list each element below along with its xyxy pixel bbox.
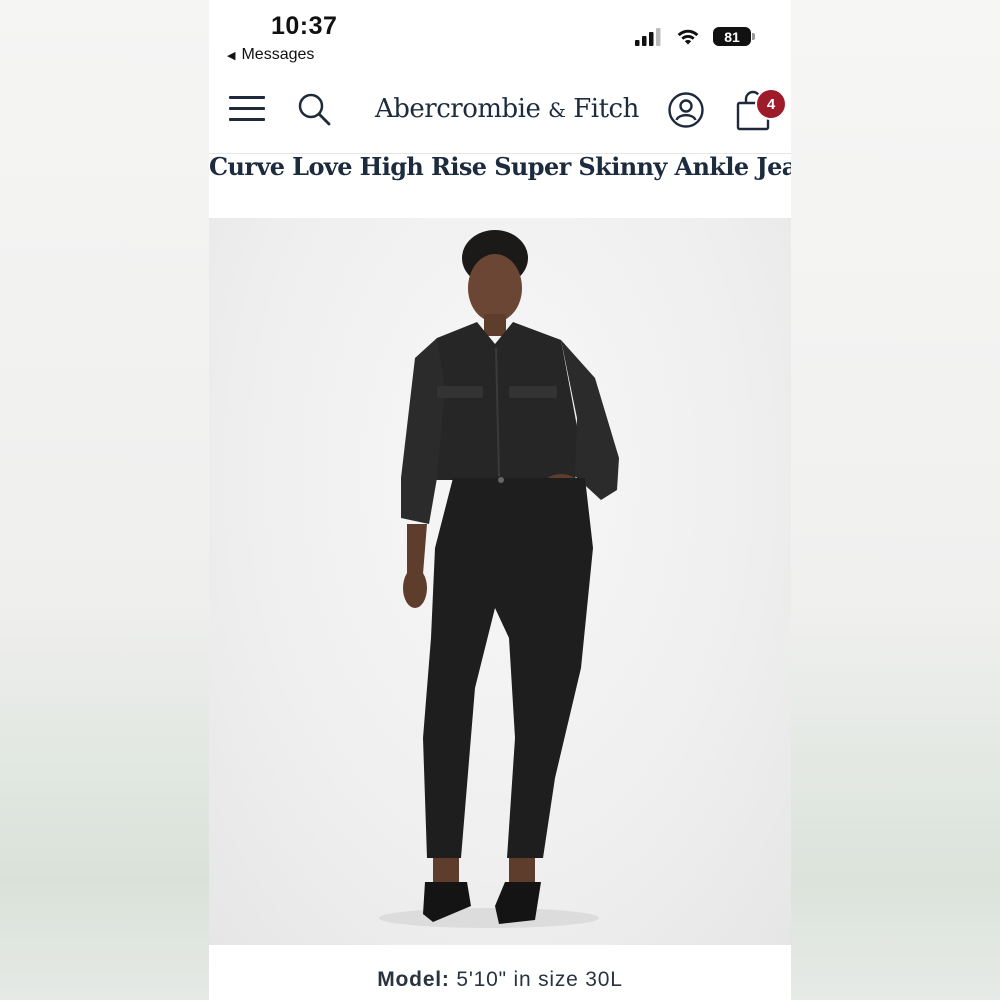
back-arrow-icon: ◀ <box>227 49 236 62</box>
model-photo-illustration <box>379 230 619 928</box>
phone-screen: 10:37 ◀ Messages 81 Abercrombie & Fitch … <box>209 0 791 1000</box>
wifi-icon <box>677 29 699 45</box>
product-title: Curve Love High Rise Super Skinny Ankle … <box>209 152 791 181</box>
model-label: Model: <box>377 968 450 991</box>
brand-ampersand: & <box>548 98 566 122</box>
product-image[interactable] <box>209 218 791 945</box>
brand-name-tail: Fitch <box>573 94 639 124</box>
background-left <box>0 0 209 1000</box>
battery-icon: 81 <box>713 27 755 46</box>
model-value: 5'10" in size 30L <box>456 968 623 991</box>
cart-count-badge: 4 <box>755 88 787 120</box>
battery-level: 81 <box>724 28 740 45</box>
back-app-label: Messages <box>241 46 315 63</box>
brand-name: Abercrombie <box>375 94 541 124</box>
site-header: Abercrombie & Fitch 4 <box>209 84 791 136</box>
search-icon[interactable] <box>297 92 331 126</box>
brand-logo[interactable]: Abercrombie & Fitch <box>375 94 639 124</box>
model-size-info: Model: 5'10" in size 30L <box>209 968 791 992</box>
background-right <box>791 0 1000 1000</box>
back-to-messages[interactable]: ◀ Messages <box>227 46 314 64</box>
menu-icon[interactable] <box>229 96 265 122</box>
cellular-signal-icon <box>635 27 661 46</box>
status-indicators: 81 <box>635 27 755 46</box>
status-time: 10:37 <box>271 12 338 40</box>
account-icon[interactable] <box>667 91 705 129</box>
